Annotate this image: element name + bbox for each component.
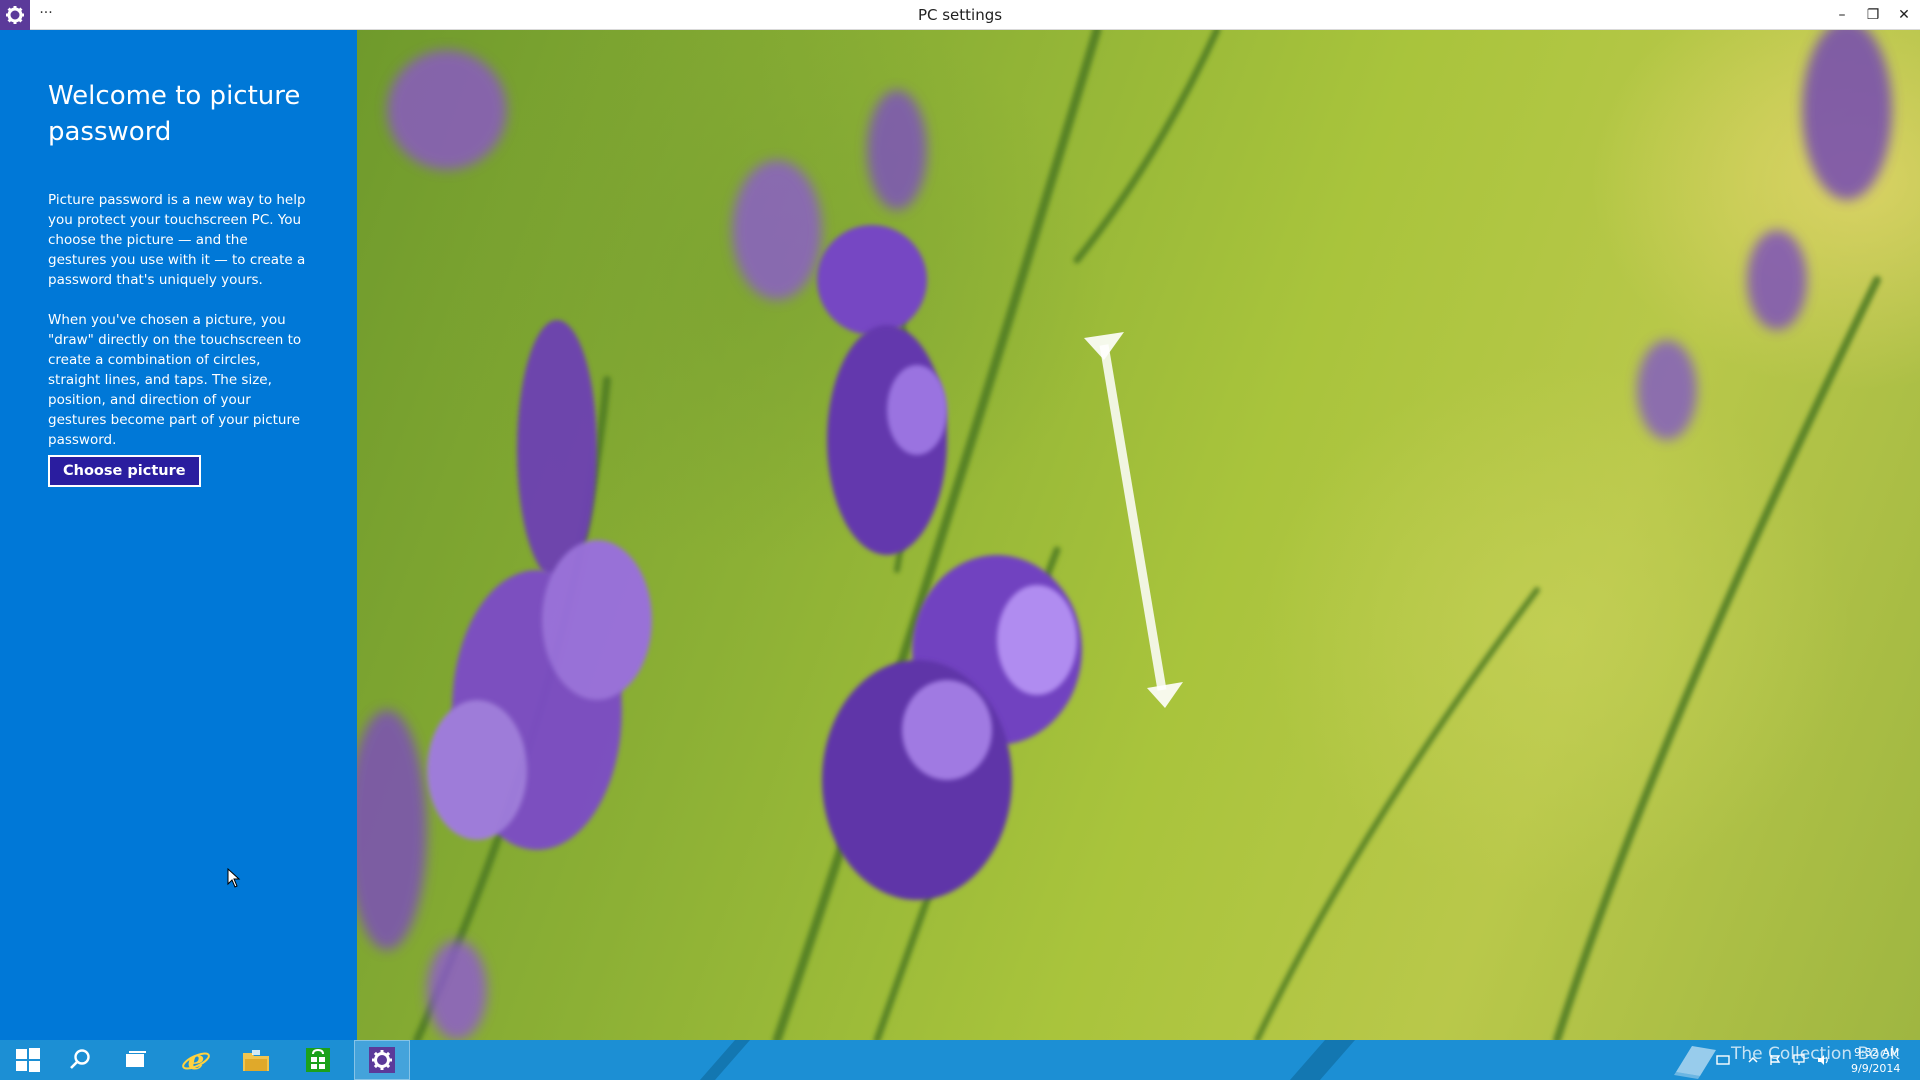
gear-icon	[6, 6, 24, 24]
volume-icon[interactable]	[1816, 1054, 1830, 1066]
internet-explorer-icon: e	[182, 1046, 210, 1075]
pc-settings-taskbar-button[interactable]	[354, 1040, 410, 1080]
sample-picture[interactable]	[357, 30, 1920, 1040]
page-title: Welcome to picture password	[48, 81, 301, 147]
clock-date[interactable]: 9/9/2014	[1851, 1062, 1900, 1075]
store-icon	[306, 1048, 330, 1072]
file-explorer-button[interactable]	[228, 1040, 284, 1080]
action-center-flag-icon[interactable]	[1768, 1054, 1782, 1066]
keyboard-icon[interactable]	[1716, 1054, 1730, 1066]
task-view-button[interactable]	[108, 1040, 164, 1080]
task-view-icon	[126, 1051, 146, 1067]
more-options-button[interactable]: ···	[36, 2, 56, 26]
windows-logo-icon	[16, 1048, 40, 1072]
maximize-button[interactable]: ❐	[1858, 0, 1888, 30]
window-title: PC settings	[917, 6, 1003, 24]
gesture-arrow-icon	[1084, 332, 1183, 708]
taskbar: e	[0, 1040, 1920, 1080]
store-button[interactable]	[290, 1040, 346, 1080]
description-paragraph-2: When you've chosen a picture, you "draw"…	[48, 312, 302, 448]
show-hidden-icons-icon[interactable]	[1746, 1054, 1760, 1066]
lavender-image	[357, 30, 1892, 1040]
choose-picture-button[interactable]: Choose picture	[48, 455, 201, 487]
mouse-pointer-icon	[227, 868, 241, 888]
minimize-button[interactable]: –	[1827, 0, 1857, 30]
network-icon[interactable]	[1792, 1054, 1806, 1066]
svg-text:e: e	[188, 1046, 205, 1075]
folder-icon	[243, 1050, 269, 1071]
start-button[interactable]	[0, 1040, 56, 1080]
close-button[interactable]: ✕	[1889, 0, 1919, 30]
search-button[interactable]	[52, 1040, 108, 1080]
settings-app-icon	[0, 0, 30, 30]
picture-password-panel: Welcome to picture password Picture pass…	[0, 30, 357, 1040]
description-paragraph-1: Picture password is a new way to help yo…	[48, 192, 306, 288]
settings-icon	[369, 1047, 395, 1073]
internet-explorer-button[interactable]: e	[168, 1040, 224, 1080]
title-bar: ··· PC settings – ❐ ✕	[0, 0, 1920, 30]
search-icon	[70, 1049, 90, 1069]
taskbar-background-stripes	[700, 1040, 1355, 1080]
clock-time[interactable]: 9:32 AM	[1854, 1046, 1899, 1059]
